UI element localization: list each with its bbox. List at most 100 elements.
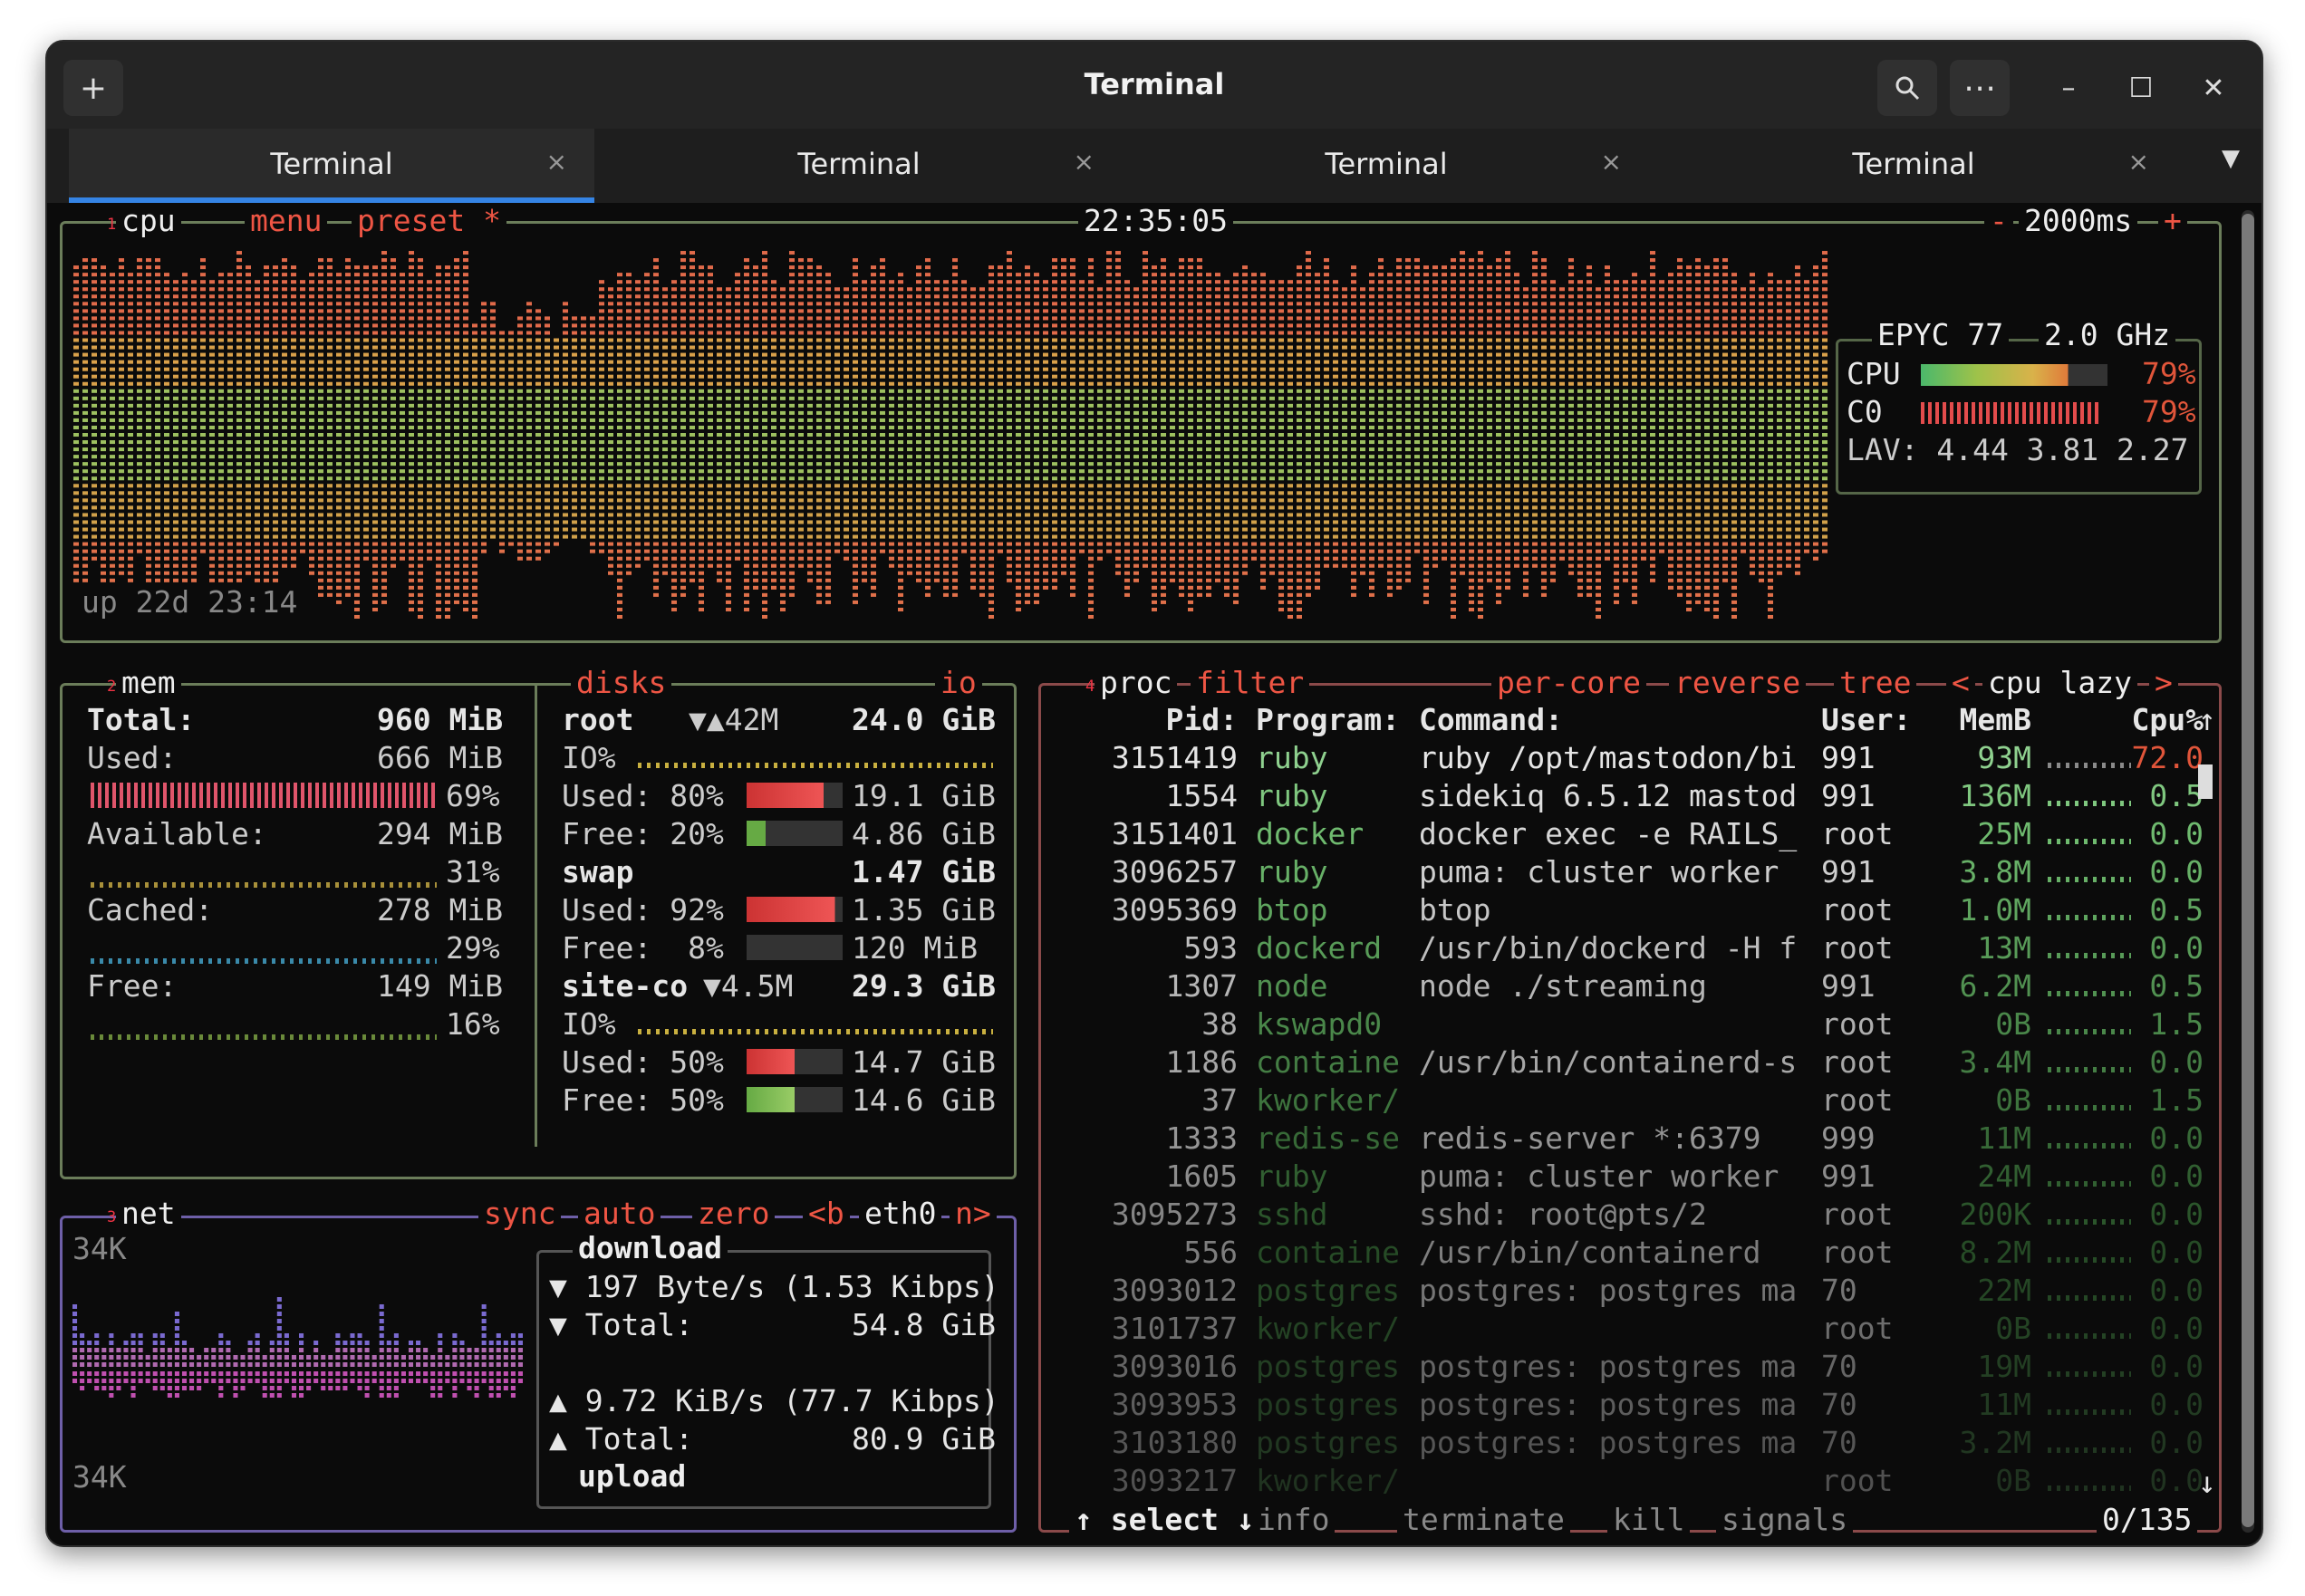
col-header-mem[interactable]: MemB xyxy=(1941,701,2031,739)
proc-scroll-down-icon[interactable]: ↓ xyxy=(2198,1464,2216,1502)
proc-cell-pid: 3095369 xyxy=(1111,892,1238,928)
cpu-total-meter xyxy=(1921,364,2107,386)
proc-cell-pid: 3101737 xyxy=(1111,1311,1238,1346)
proc-cell-command: /usr/bin/containerd-s xyxy=(1419,1044,1798,1080)
proc-cpu-sparkline xyxy=(2048,991,2131,996)
proc-cell-program: postgres xyxy=(1256,1349,1400,1384)
tab-terminal-3[interactable]: Terminal × xyxy=(1124,129,1649,203)
col-header-pid[interactable]: Pid: xyxy=(1084,701,1238,739)
proc-cell-user: root xyxy=(1821,816,1894,851)
tab-close-icon[interactable]: × xyxy=(1074,147,1095,177)
disk-root-io-label: IO% xyxy=(562,740,616,775)
net-zero-button[interactable]: zero xyxy=(692,1196,776,1231)
proc-cell-cpu: 0.5 xyxy=(2149,968,2204,1004)
proc-cell-user: 991 xyxy=(1821,1159,1876,1194)
proc-cell-user: 70 xyxy=(1821,1273,1857,1308)
tab-terminal-1[interactable]: Terminal × xyxy=(69,129,594,203)
proc-cell-cpu: 0.0 xyxy=(2149,930,2204,966)
col-header-program[interactable]: Program: xyxy=(1256,701,1400,739)
proc-tree-button[interactable]: tree xyxy=(1834,665,1917,700)
proc-cpu-sparkline xyxy=(2048,1333,2131,1339)
interval-increase-button[interactable]: + xyxy=(2158,203,2187,238)
proc-cell-user: root xyxy=(1821,1235,1894,1270)
disk-site-name: site-co xyxy=(562,968,689,1004)
proc-scroll-thumb[interactable] xyxy=(2198,764,2213,799)
proc-cell-program: ruby xyxy=(1256,854,1328,889)
net-auto-button[interactable]: auto xyxy=(578,1196,661,1231)
tab-close-icon[interactable]: × xyxy=(546,147,567,177)
net-interface: eth0 xyxy=(859,1196,942,1231)
tab-label: Terminal xyxy=(1852,147,1975,181)
proc-per-core-button[interactable]: per-core xyxy=(1491,665,1646,700)
close-button[interactable]: ✕ xyxy=(2185,60,2242,116)
terminal-content[interactable]: 1 cpu menu preset * 22:35:05 - 2000ms + … xyxy=(47,203,2222,1545)
proc-terminate-button[interactable]: terminate xyxy=(1397,1502,1570,1537)
proc-scroll-up-icon[interactable]: ↑ xyxy=(2198,701,2216,739)
cpu-model: EPYC 77 xyxy=(1872,317,2010,352)
proc-reverse-button[interactable]: reverse xyxy=(1669,665,1807,700)
proc-cell-pid: 3095273 xyxy=(1111,1197,1238,1232)
disk-site-free-meter xyxy=(747,1087,843,1112)
proc-cell-command: ruby /opt/mastodon/bi xyxy=(1419,740,1798,775)
net-sync-button[interactable]: sync xyxy=(478,1196,562,1231)
tab-close-icon[interactable]: × xyxy=(2128,147,2149,177)
proc-cell-user: root xyxy=(1821,892,1894,928)
proc-sort-next-button[interactable]: > xyxy=(2149,665,2178,700)
io-button[interactable]: io xyxy=(935,665,982,700)
mem-disk-divider xyxy=(535,683,537,1147)
menu-button[interactable]: ⋯ xyxy=(1950,60,2010,116)
interval-decrease-button[interactable]: - xyxy=(1984,203,2013,238)
proc-cell-user: root xyxy=(1821,1044,1894,1080)
net-prev-iface-button[interactable]: <b xyxy=(803,1196,850,1231)
scrollbar-thumb[interactable] xyxy=(2242,214,2254,1527)
proc-sort-prev-button[interactable]: < xyxy=(1946,665,1975,700)
col-header-command[interactable]: Command: xyxy=(1419,701,1563,739)
proc-cell-command: postgres: postgres ma xyxy=(1419,1387,1798,1422)
tab-terminal-2[interactable]: Terminal × xyxy=(596,129,1122,203)
disks-button[interactable]: disks xyxy=(571,665,672,700)
mem-available: 294 MiB xyxy=(377,816,504,851)
uptime: up 22d 23:14 xyxy=(82,583,298,621)
disk-swap-used-label: Used: 92% xyxy=(562,892,724,928)
proc-cell-mem: 24M xyxy=(1977,1159,2031,1194)
proc-cell-cpu: 0.0 xyxy=(2149,1311,2204,1346)
proc-select-hint[interactable]: ↑ select ↓ xyxy=(1069,1502,1260,1537)
disk-root-used-meter xyxy=(747,783,843,808)
proc-filter-button[interactable]: filter xyxy=(1191,665,1310,700)
cpu-preset-button[interactable]: preset * xyxy=(352,203,506,238)
proc-cell-program: containe xyxy=(1256,1044,1400,1080)
cpu-menu-button[interactable]: menu xyxy=(245,203,328,238)
proc-cell-command: puma: cluster worker xyxy=(1419,1159,1779,1194)
tab-list-chevron-down-icon[interactable]: ▼ xyxy=(2222,145,2240,172)
tab-terminal-4[interactable]: Terminal × xyxy=(1651,129,2176,203)
cpu-total-label: CPU xyxy=(1847,356,1901,391)
tab-close-icon[interactable]: × xyxy=(1601,147,1622,177)
mem-total: 960 MiB xyxy=(377,702,504,737)
proc-signals-button[interactable]: signals xyxy=(1716,1502,1854,1537)
proc-cell-mem: 0B xyxy=(1995,1311,2031,1346)
proc-cell-cpu: 0.0 xyxy=(2149,1425,2204,1460)
proc-cell-cpu: 0.0 xyxy=(2149,1273,2204,1308)
proc-cell-pid: 593 xyxy=(1183,930,1238,966)
proc-cell-cpu: 0.0 xyxy=(2149,1044,2204,1080)
net-next-iface-button[interactable]: n> xyxy=(950,1196,997,1231)
proc-cpu-sparkline xyxy=(2048,1409,2131,1415)
search-button[interactable] xyxy=(1877,60,1937,116)
minimize-button[interactable]: – xyxy=(2040,60,2097,116)
proc-cell-cpu: 72.0 xyxy=(2131,740,2204,775)
proc-info-button[interactable]: info xyxy=(1252,1502,1336,1537)
col-header-cpu[interactable]: Cpu% xyxy=(2131,701,2204,739)
proc-cell-mem: 3.4M xyxy=(1959,1044,2031,1080)
proc-kill-button[interactable]: kill xyxy=(1607,1502,1691,1537)
proc-cell-user: root xyxy=(1821,1311,1894,1346)
net-scale-bottom: 34K xyxy=(72,1459,127,1495)
proc-cpu-sparkline xyxy=(2048,1181,2131,1187)
maximize-button[interactable]: ☐ xyxy=(2113,60,2169,116)
disk-swap-used-meter xyxy=(747,897,843,922)
proc-cpu-sparkline xyxy=(2048,801,2131,806)
proc-cell-user: root xyxy=(1821,1082,1894,1118)
terminal-scrollbar[interactable] xyxy=(2242,210,2254,1533)
proc-cell-cpu: 0.0 xyxy=(2149,1197,2204,1232)
col-header-user[interactable]: User: xyxy=(1821,701,1911,739)
proc-cell-mem: 1.0M xyxy=(1959,892,2031,928)
